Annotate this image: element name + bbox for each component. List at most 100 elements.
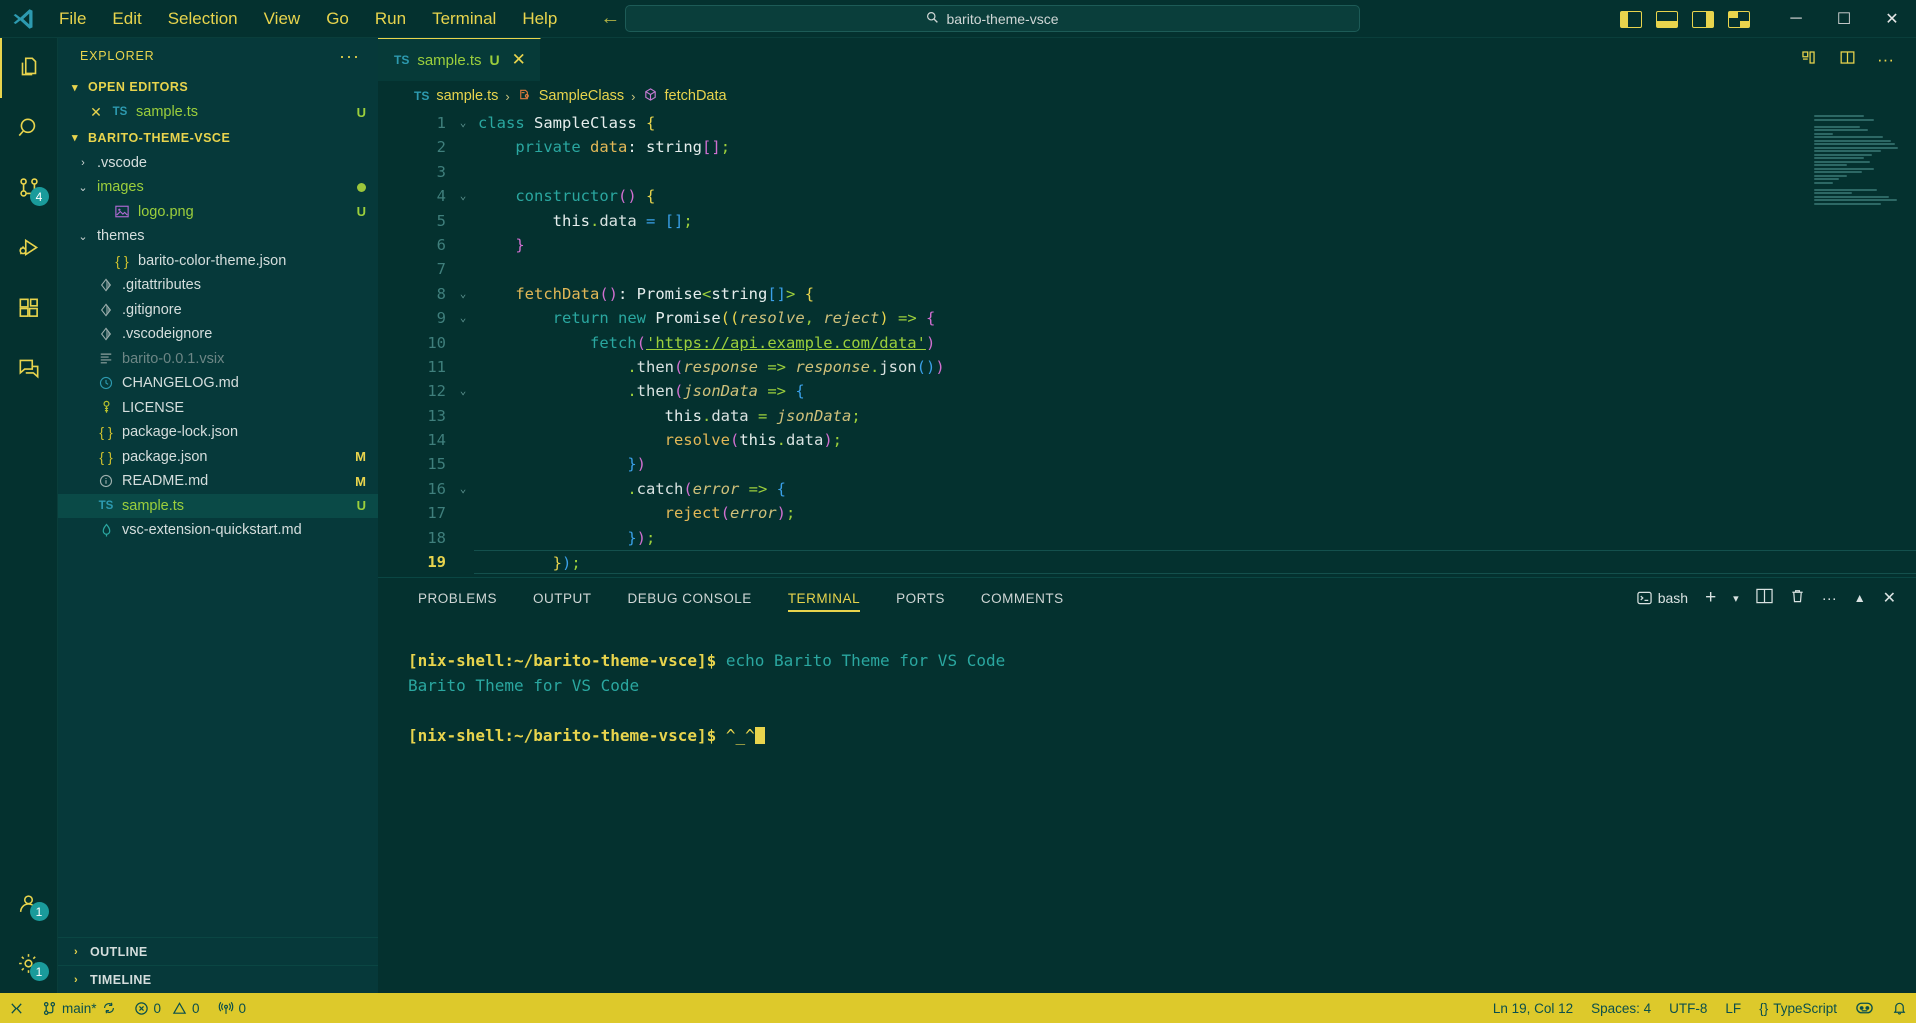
- close-icon[interactable]: ✕: [88, 104, 104, 121]
- code-line[interactable]: fetchData(): Promise<string[]> {: [474, 282, 1916, 306]
- activity-search[interactable]: [0, 98, 58, 158]
- code-line[interactable]: return new Promise((resolve, reject) => …: [474, 306, 1916, 330]
- new-terminal-icon[interactable]: +: [1705, 587, 1716, 609]
- maximize-button[interactable]: ☐: [1820, 0, 1868, 38]
- sidebar-more-actions-icon[interactable]: ···: [339, 46, 360, 67]
- terminal-dropdown-icon[interactable]: ▾: [1733, 592, 1739, 605]
- breadcrumb-file[interactable]: sample.ts: [436, 88, 498, 104]
- folder-item[interactable]: › .vscode: [58, 151, 378, 176]
- panel-tab-problems[interactable]: PROBLEMS: [400, 578, 515, 618]
- activity-explorer[interactable]: [0, 38, 58, 98]
- code-line[interactable]: fetch('https://api.example.com/data'): [474, 331, 1916, 355]
- code-line[interactable]: [474, 257, 1916, 281]
- code-line[interactable]: .then(response => response.json()): [474, 355, 1916, 379]
- split-terminal-icon[interactable]: [1756, 588, 1773, 608]
- breadcrumb-method[interactable]: fetchData: [665, 88, 727, 104]
- folder-item[interactable]: ⌄ themes: [58, 224, 378, 249]
- section-open-editors[interactable]: ▾ OPEN EDITORS: [58, 74, 378, 100]
- section-timeline[interactable]: › TIMELINE: [58, 965, 378, 993]
- tab-close-icon[interactable]: ✕: [512, 50, 526, 70]
- status-indentation[interactable]: Spaces: 4: [1582, 993, 1660, 1023]
- section-outline[interactable]: › OUTLINE: [58, 937, 378, 965]
- panel-more-actions-icon[interactable]: ···: [1822, 590, 1837, 607]
- file-item[interactable]: TS sample.ts U: [58, 493, 378, 518]
- activity-run-debug[interactable]: [0, 218, 58, 278]
- status-remote[interactable]: [0, 993, 33, 1023]
- folder-item[interactable]: ⌄ images: [58, 175, 378, 200]
- menu-run[interactable]: Run: [362, 5, 419, 33]
- activity-extensions[interactable]: [0, 278, 58, 338]
- activity-comments[interactable]: [0, 338, 58, 398]
- code-line[interactable]: }): [474, 452, 1916, 476]
- back-arrow-icon[interactable]: ←: [600, 7, 620, 30]
- code-line[interactable]: private data: string[];: [474, 135, 1916, 159]
- activity-source-control[interactable]: 4: [0, 158, 58, 218]
- panel-tab-ports[interactable]: PORTS: [878, 578, 963, 618]
- chevron-right-icon[interactable]: ›: [76, 157, 90, 169]
- code-line[interactable]: this.data = jsonData;: [474, 404, 1916, 428]
- minimize-button[interactable]: ─: [1772, 0, 1820, 38]
- code-line[interactable]: [474, 160, 1916, 184]
- fold-toggle-icon[interactable]: ⌄: [452, 282, 474, 306]
- toggle-panel-icon[interactable]: [1656, 10, 1678, 28]
- open-editor-item[interactable]: ✕ TS sample.ts U: [58, 100, 378, 125]
- status-eol[interactable]: LF: [1716, 993, 1750, 1023]
- panel-tab-debug-console[interactable]: DEBUG CONSOLE: [610, 578, 770, 618]
- status-problems[interactable]: 0 0: [125, 993, 209, 1023]
- menu-help[interactable]: Help: [509, 5, 570, 33]
- status-feedback[interactable]: [1846, 993, 1883, 1023]
- code-line[interactable]: }: [474, 233, 1916, 257]
- fold-toggle-icon[interactable]: ⌄: [452, 379, 474, 403]
- status-ports[interactable]: 0: [209, 993, 256, 1023]
- code-line[interactable]: });: [474, 550, 1916, 575]
- code-line[interactable]: resolve(this.data);: [474, 428, 1916, 452]
- code-line[interactable]: this.data = [];: [474, 209, 1916, 233]
- code-line[interactable]: reject(error);: [474, 501, 1916, 525]
- file-item[interactable]: { } package-lock.json: [58, 420, 378, 445]
- file-item[interactable]: { } barito-color-theme.json: [58, 249, 378, 274]
- command-center-search[interactable]: barito-theme-vsce: [625, 5, 1360, 32]
- menu-go[interactable]: Go: [313, 5, 362, 33]
- fold-toggle-icon[interactable]: ⌄: [452, 306, 474, 330]
- file-item[interactable]: CHANGELOG.md: [58, 371, 378, 396]
- code-line[interactable]: constructor() {: [474, 184, 1916, 208]
- fold-toggle-icon[interactable]: ⌄: [452, 477, 474, 501]
- maximize-panel-icon[interactable]: ▲: [1854, 591, 1866, 605]
- section-project-root[interactable]: ▾ BARITO-THEME-VSCE: [58, 125, 378, 151]
- file-item[interactable]: .gitignore: [58, 298, 378, 323]
- menu-file[interactable]: File: [46, 5, 99, 33]
- file-item[interactable]: LICENSE: [58, 396, 378, 421]
- close-panel-icon[interactable]: ✕: [1883, 588, 1896, 608]
- layout-editor-icon[interactable]: [1838, 48, 1857, 72]
- fold-controls[interactable]: ⌄⌄⌄⌄⌄⌄⌄⌄: [452, 111, 474, 577]
- code-line[interactable]: class SampleClass {: [474, 111, 1916, 135]
- status-language-mode[interactable]: {} TypeScript: [1750, 993, 1846, 1023]
- breadcrumb-class[interactable]: SampleClass: [539, 88, 624, 104]
- activity-manage-settings[interactable]: 1: [0, 933, 58, 993]
- terminal-shell-selector[interactable]: bash: [1637, 590, 1688, 606]
- file-item[interactable]: .vscodeignore: [58, 322, 378, 347]
- chevron-down-icon[interactable]: ⌄: [76, 230, 90, 243]
- fold-toggle-icon[interactable]: ⌄: [452, 111, 474, 135]
- activity-accounts[interactable]: 1: [0, 873, 58, 933]
- file-item[interactable]: logo.png U: [58, 200, 378, 225]
- menu-view[interactable]: View: [251, 5, 314, 33]
- kill-terminal-icon[interactable]: [1790, 588, 1805, 608]
- panel-tab-terminal[interactable]: TERMINAL: [770, 578, 878, 618]
- code-content[interactable]: class SampleClass { private data: string…: [474, 111, 1916, 577]
- file-item[interactable]: .gitattributes: [58, 273, 378, 298]
- file-item[interactable]: { } package.json M: [58, 445, 378, 470]
- file-item[interactable]: README.md M: [58, 469, 378, 494]
- code-line[interactable]: .then(jsonData => {: [474, 379, 1916, 403]
- close-button[interactable]: ✕: [1868, 0, 1916, 38]
- editor-more-actions-icon[interactable]: ···: [1877, 50, 1894, 70]
- file-item[interactable]: barito-0.0.1.vsix: [58, 347, 378, 372]
- code-editor[interactable]: 1234567891011121314151617181920212223242…: [378, 111, 1916, 577]
- minimap[interactable]: [1814, 115, 1910, 211]
- toggle-secondary-sidebar-icon[interactable]: [1692, 10, 1714, 28]
- chevron-down-icon[interactable]: ⌄: [76, 181, 90, 194]
- panel-tab-output[interactable]: OUTPUT: [515, 578, 610, 618]
- fold-toggle-icon[interactable]: ⌄: [452, 184, 474, 208]
- tab-sample-ts[interactable]: TS sample.ts U ✕: [378, 38, 541, 81]
- status-branch[interactable]: main*: [33, 993, 125, 1023]
